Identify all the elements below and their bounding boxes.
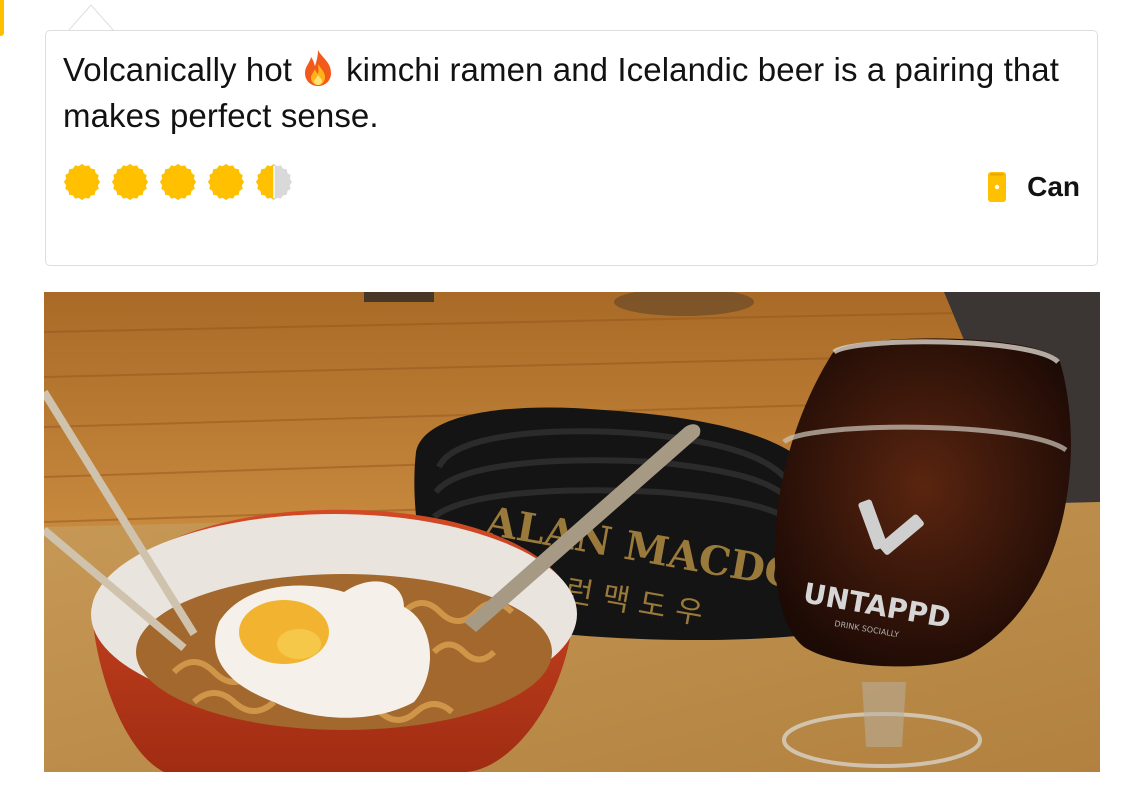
checkin-card: Volcanically hot kimchi ramen and Icelan… — [45, 30, 1098, 266]
rating-cap-full-icon — [207, 163, 245, 201]
fire-emoji-icon — [305, 50, 332, 86]
edge-accent — [0, 0, 4, 36]
serving-style-label: Can — [1027, 171, 1080, 202]
can-icon — [988, 172, 1007, 202]
rating-cap-full-icon — [111, 163, 149, 201]
checkin-photo[interactable]: ALAN MACDO 런 맥 도 우 UNTAPPD DRINK SOCIALL… — [44, 292, 1100, 772]
comment-part-1: Volcanically hot — [63, 51, 293, 88]
checkin-comment: Volcanically hot kimchi ramen and Icelan… — [63, 47, 1063, 139]
rating-cap-half-icon — [255, 163, 293, 201]
card-caret — [68, 4, 114, 32]
rating-cap-full-icon — [63, 163, 101, 201]
rating-caps — [63, 163, 293, 201]
rating-cap-full-icon — [159, 163, 197, 201]
serving-style: Can — [987, 171, 1080, 203]
